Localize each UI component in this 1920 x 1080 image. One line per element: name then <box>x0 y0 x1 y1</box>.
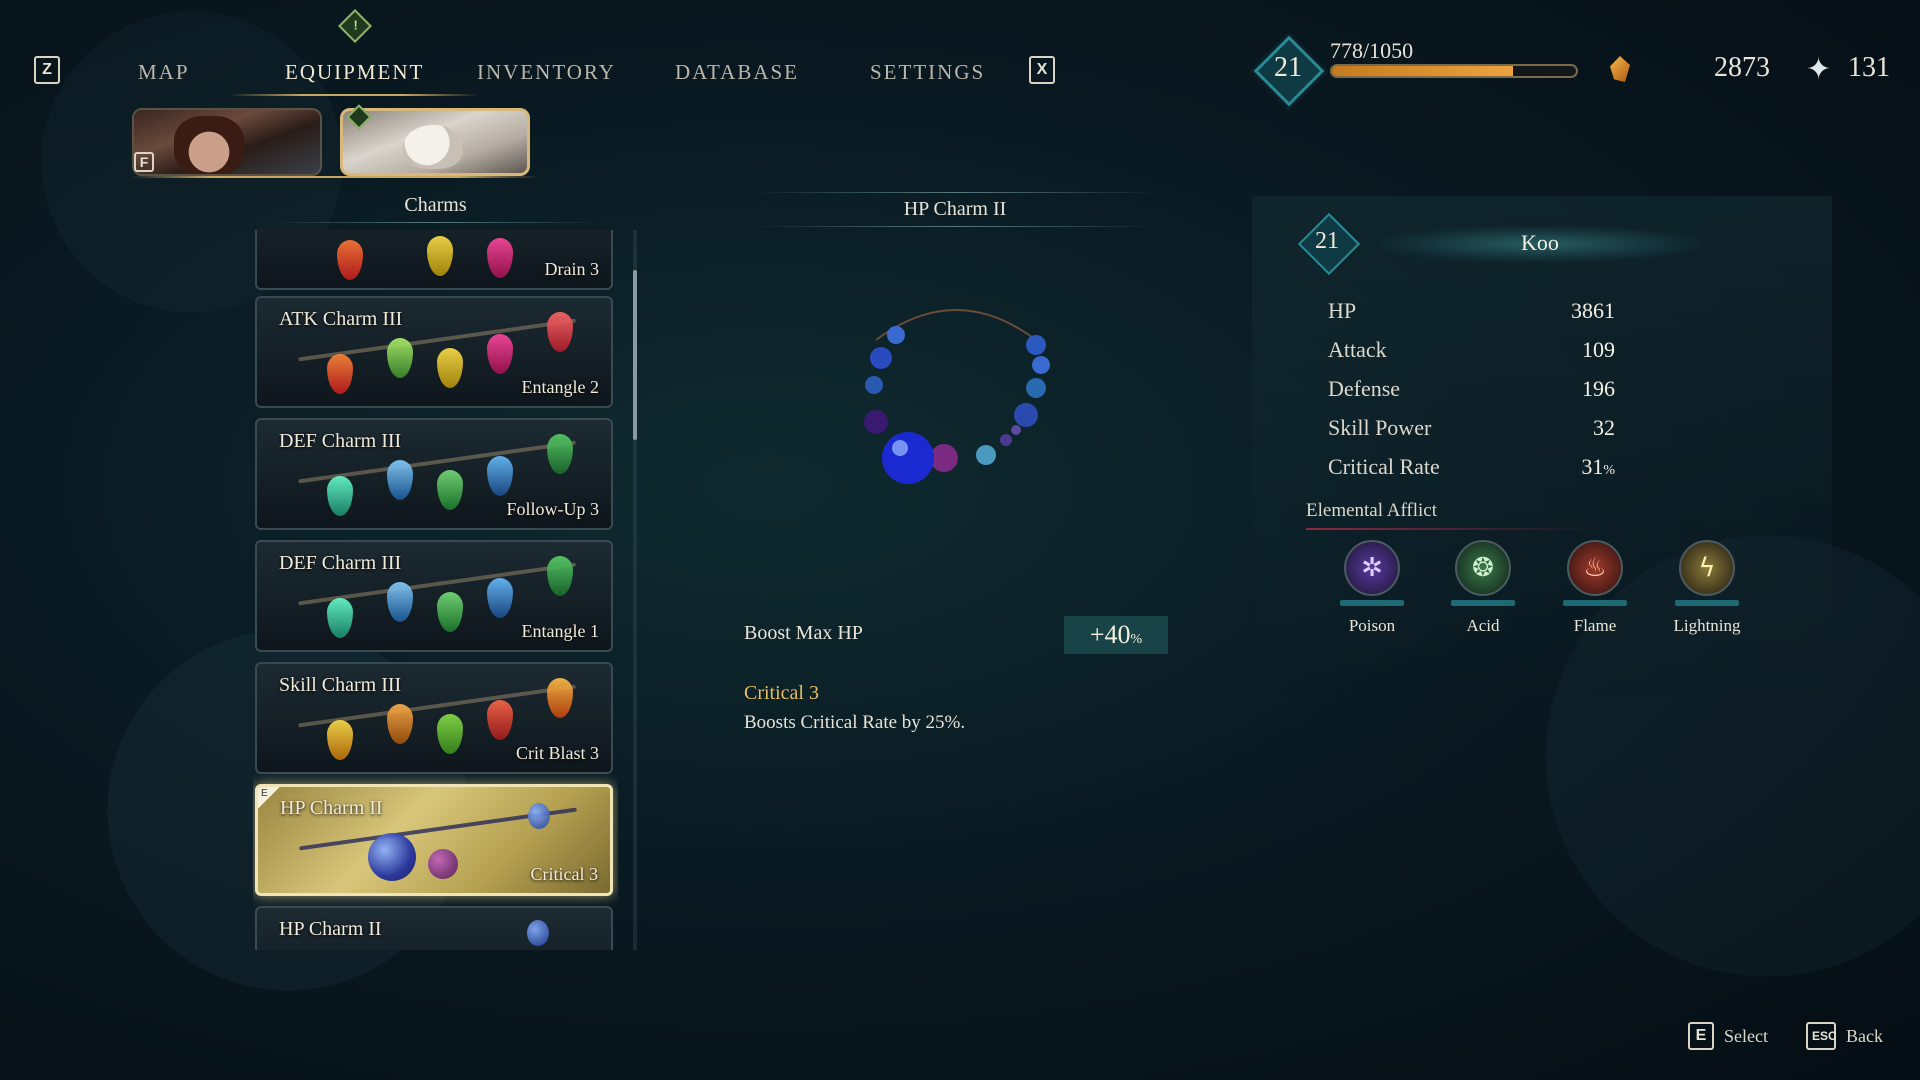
flame-icon: ♨ <box>1567 540 1623 596</box>
charm-name: DEF Charm III <box>279 552 402 574</box>
stat-value-skill-power: 32 <box>1593 415 1615 440</box>
stat-label-attack: Attack <box>1328 337 1387 362</box>
xp-bar <box>1330 64 1578 78</box>
equipped-mark-icon: E <box>258 787 280 809</box>
stat-label-skill-power: Skill Power <box>1328 415 1432 440</box>
charm-name: ATK Charm III <box>279 308 403 330</box>
stat-value-critical-rate: 31% <box>1581 454 1615 479</box>
element-acid: ❂ Acid <box>1438 540 1528 636</box>
character-portrait-icon[interactable] <box>132 108 322 176</box>
back-label[interactable]: Back <box>1846 1026 1883 1047</box>
active-tab-underline <box>228 94 478 96</box>
charm-card[interactable]: Drain 3 <box>255 230 613 290</box>
currency-amount: 2873 <box>1714 52 1770 83</box>
charm-card[interactable]: DEF Charm III Follow-Up 3 <box>255 418 613 530</box>
amber-crystal-icon <box>1610 56 1630 82</box>
charm-card[interactable]: ATK Charm III Entangle 2 <box>255 296 613 408</box>
detail-title: HP Charm II <box>903 198 1007 220</box>
element-label: Lightning <box>1673 616 1741 635</box>
charm-list: Drain 3 ATK Charm III Entangle 2 DEF Cha… <box>253 230 618 950</box>
stat-label-critical-rate: Critical Rate <box>1328 454 1440 479</box>
element-bar <box>1340 600 1404 606</box>
detail-header-rule-top <box>752 192 1158 193</box>
tab-map[interactable]: MAP <box>138 60 190 85</box>
skill-name: Critical 3 <box>744 682 819 704</box>
stat-label-hp: HP <box>1328 298 1357 323</box>
charms-header-rule <box>270 222 600 223</box>
charm-card[interactable]: Skill Charm III Crit Blast 3 <box>255 662 613 774</box>
tab-equipment[interactable]: EQUIPMENT <box>285 60 424 85</box>
effect-label: Boost Max HP <box>744 622 863 644</box>
stat-label-defense: Defense <box>1328 376 1401 401</box>
detail-header-rule-bottom <box>752 226 1158 227</box>
element-label: Flame <box>1573 616 1617 635</box>
currency2-amount: 131 <box>1848 52 1890 83</box>
element-flame: ♨ Flame <box>1550 540 1640 636</box>
player-level: 21 <box>1274 52 1302 83</box>
select-label[interactable]: Select <box>1724 1026 1768 1047</box>
equipment-alert-icon: ! <box>338 9 372 43</box>
element-label: Acid <box>1466 616 1500 635</box>
effect-value: +40% <box>1064 616 1168 654</box>
charm-sub-skill: Entangle 2 <box>521 377 599 397</box>
tab-settings[interactable]: SETTINGS <box>870 60 985 85</box>
charm-card[interactable]: DEF Charm III Entangle 1 <box>255 540 613 652</box>
lightning-icon: ϟ <box>1679 540 1735 596</box>
next-tab-key[interactable]: X <box>1029 56 1055 84</box>
charm-name: DEF Charm III <box>279 430 402 452</box>
charm-sub-skill: Follow-Up 3 <box>506 499 599 519</box>
charms-header: Charms <box>404 194 467 216</box>
hp-charm-necklace-icon <box>864 309 1050 484</box>
charm-name: HP Charm II <box>279 918 382 940</box>
charm-list-scrollbar[interactable] <box>633 270 637 440</box>
character-name: Koo <box>1521 230 1559 255</box>
tab-database[interactable]: DATABASE <box>675 60 799 85</box>
charm-sub-skill: Entangle 1 <box>521 621 599 641</box>
stat-value-hp: 3861 <box>1571 298 1615 323</box>
charm-name: Skill Charm III <box>279 674 402 696</box>
character-level: 21 <box>1315 228 1339 254</box>
poison-icon: ✲ <box>1344 540 1400 596</box>
skill-description: Boosts Critical Rate by 25%. <box>744 712 966 733</box>
elemental-afflict-rule <box>1306 528 1596 530</box>
element-lightning: ϟ Lightning <box>1662 540 1752 636</box>
charm-sub-skill: Drain 3 <box>544 259 599 279</box>
element-bar <box>1451 600 1515 606</box>
effect-row: Boost Max HP +40% <box>744 616 1168 656</box>
charm-card-selected[interactable]: E HP Charm II Critical 3 <box>255 784 613 896</box>
xp-bar-fill <box>1332 66 1513 76</box>
back-key[interactable]: ESC <box>1806 1022 1837 1050</box>
charm-sub-skill: Crit Blast 3 <box>515 743 599 763</box>
element-bar <box>1563 600 1627 606</box>
portrait-divider <box>130 176 540 178</box>
tab-inventory[interactable]: INVENTORY <box>477 60 616 85</box>
stat-value-attack: 109 <box>1582 337 1615 362</box>
element-label: Poison <box>1348 616 1396 635</box>
stat-value-defense: 196 <box>1582 376 1615 401</box>
elemental-afflict-title: Elemental Afflict <box>1306 500 1438 521</box>
select-key[interactable]: E <box>1688 1022 1714 1050</box>
charm-sub-skill: Critical 3 <box>530 864 598 884</box>
charm-name: HP Charm II <box>280 797 383 819</box>
switch-character-key[interactable]: F <box>134 152 154 172</box>
spark-icon: ✦ <box>1806 52 1832 87</box>
prev-tab-key[interactable]: Z <box>34 56 60 84</box>
element-bar <box>1675 600 1739 606</box>
charm-card[interactable]: HP Charm II <box>255 906 613 950</box>
acid-icon: ❂ <box>1455 540 1511 596</box>
element-poison: ✲ Poison <box>1327 540 1417 636</box>
xp-text: 778/1050 <box>1330 38 1414 63</box>
